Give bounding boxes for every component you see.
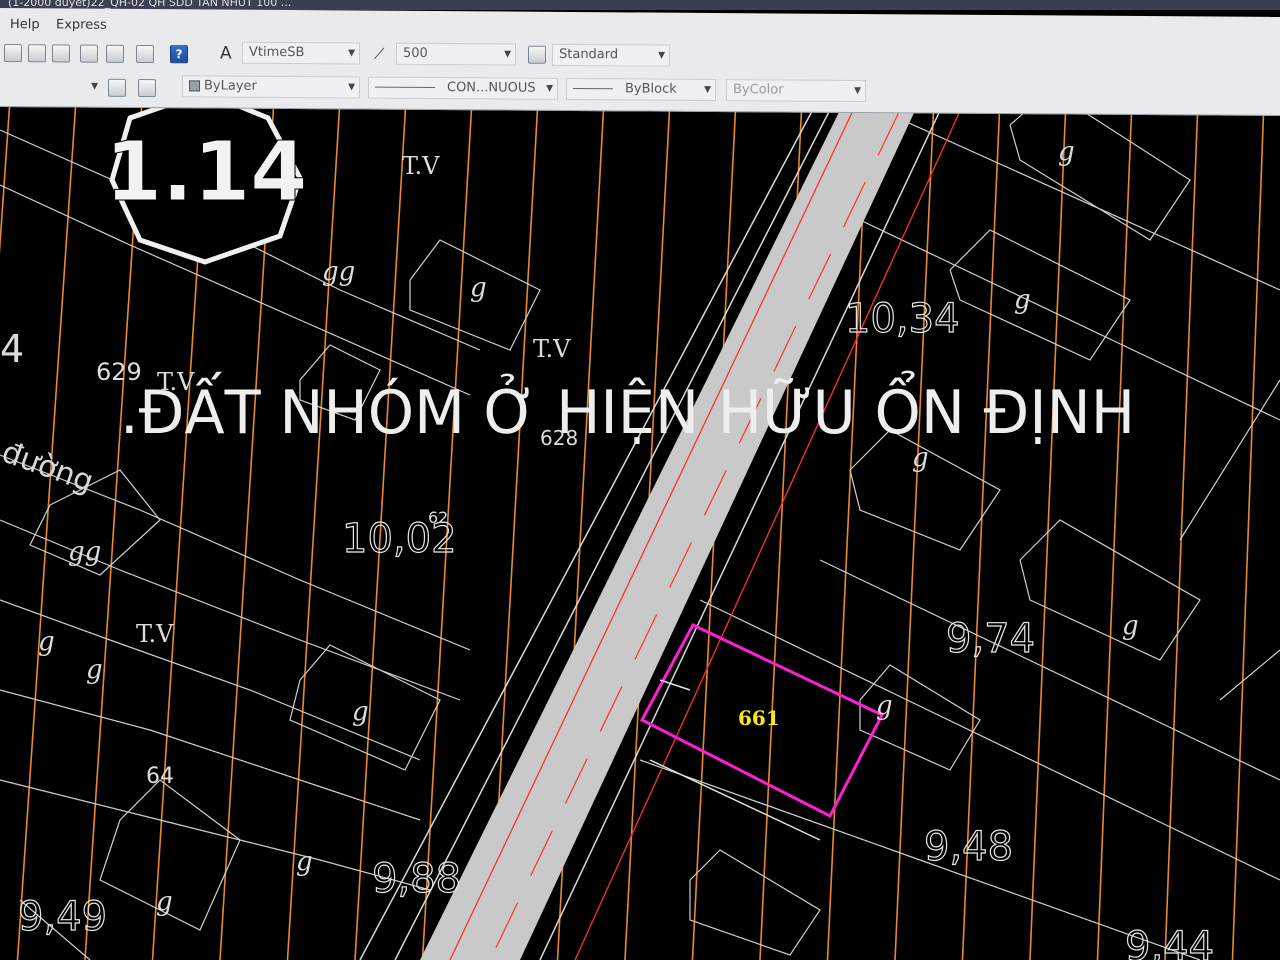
grid-line [16, 99, 77, 960]
dim-scale-select[interactable]: 500 ▼ [396, 42, 516, 66]
elevation-4: 9,48 [924, 824, 1013, 870]
grid-line [1096, 99, 1133, 960]
tv-label-4: T.V [136, 620, 174, 648]
cad-toolbar: Help Express ? A VtimeSB ▼ ⟋ 500 ▼ Standar… [0, 8, 1280, 116]
text-style-value: VtimeSB [249, 44, 305, 61]
layer-freeze-icon[interactable] [138, 78, 156, 98]
parcel-number-62: 62 [428, 508, 448, 527]
tv-label-3: T.V [157, 368, 195, 396]
tv-label-2: T.V [533, 335, 571, 363]
parcel-number-64: 64 [146, 764, 174, 789]
sheet-number: 1.14 [105, 125, 307, 220]
house-mark: gg [68, 537, 101, 567]
text-style-icon: A [220, 43, 232, 64]
layer-previous-dropdown[interactable]: ▼ [60, 76, 102, 98]
linetype-value: CON...NUOUS [447, 80, 536, 96]
chevron-down-icon: ▼ [704, 84, 711, 95]
chevron-down-icon: ▼ [854, 85, 861, 97]
text-style-select[interactable]: VtimeSB ▼ [242, 41, 360, 65]
grid-line [1231, 99, 1265, 960]
table-style-icon [528, 45, 546, 64]
house-mark: g [876, 691, 893, 721]
sheet-badge: 1.14 [105, 89, 308, 265]
elevation-1: 10,34 [845, 296, 960, 342]
house-mark: g [156, 887, 173, 917]
house-mark: g [352, 697, 369, 727]
color-layer-select[interactable]: ByLayer ▼ [182, 75, 360, 99]
chevron-down-icon: ▼ [91, 81, 98, 92]
table-style-select[interactable]: Standard ▼ [552, 43, 670, 67]
grid-line [286, 99, 341, 960]
lineweight-select[interactable]: ByBlock ▼ [566, 77, 716, 101]
layer-states-icon[interactable] [108, 78, 126, 97]
house-mark: g [1122, 611, 1139, 641]
parcel-number-4: 4 [0, 327, 24, 371]
grid-line [1029, 99, 1067, 960]
layer-icon[interactable] [4, 44, 22, 63]
dim-scale-value: 500 [403, 45, 428, 61]
menu-help[interactable]: Help [10, 17, 40, 32]
zone-label: .ĐẤT NHÓM Ở HIỆN HỮU ỔN ĐỊNH [120, 370, 1135, 448]
chevron-down-icon: ▼ [348, 82, 355, 93]
house-mark: g [38, 627, 55, 657]
linetype-preview [375, 86, 435, 89]
elevation-6: 9,49 [18, 894, 107, 940]
house-mark: g [912, 443, 929, 473]
elevation-7: 9,44 [1125, 924, 1214, 960]
grid-icon[interactable] [28, 44, 46, 63]
grid-line [1164, 99, 1199, 960]
chevron-down-icon: ▼ [348, 48, 355, 59]
house-mark: gg [322, 257, 355, 287]
dim-style-icon: ⟋ [374, 44, 385, 63]
house-mark: g [1058, 137, 1075, 167]
table-icon[interactable] [52, 44, 70, 63]
chevron-down-icon: ▼ [504, 49, 511, 60]
menu-express[interactable]: Express [56, 17, 107, 32]
lineweight-preview [573, 88, 613, 90]
parcel-number-661: 661 [738, 706, 780, 730]
table-style-value: Standard [559, 46, 619, 63]
design-center-icon[interactable] [80, 44, 98, 63]
elevation-5: 9,88 [372, 856, 461, 902]
parcel-number-628: 628 [540, 426, 578, 450]
elevation-3: 9,74 [946, 616, 1035, 662]
house-mark: g [86, 655, 103, 685]
tv-label-1: T.V [402, 152, 440, 180]
help-icon[interactable]: ? [170, 45, 188, 64]
layer-value: ByLayer [204, 78, 257, 94]
color-swatch-icon [189, 80, 200, 92]
house-mark: g [296, 847, 313, 877]
grid-line [0, 99, 11, 255]
parcel-number-629: 629 [96, 358, 142, 386]
chevron-down-icon: ▼ [546, 83, 553, 94]
house-mark: g [1014, 285, 1031, 315]
linetype-select[interactable]: CON...NUOUS ▼ [368, 76, 558, 100]
plot-color-value: ByColor [733, 82, 784, 98]
chevron-down-icon: ▼ [658, 50, 665, 61]
drawing-canvas[interactable]: 661 1.14 .ĐẤT NHÓM Ở HIỆN HỮU ỔN ĐỊNH đư… [0, 0, 1280, 960]
markup-icon[interactable] [106, 44, 124, 63]
house-mark: g [470, 273, 487, 303]
calculator-icon[interactable] [136, 44, 154, 64]
plot-color-select[interactable]: ByColor ▼ [726, 79, 866, 103]
lineweight-value: ByBlock [625, 81, 677, 97]
